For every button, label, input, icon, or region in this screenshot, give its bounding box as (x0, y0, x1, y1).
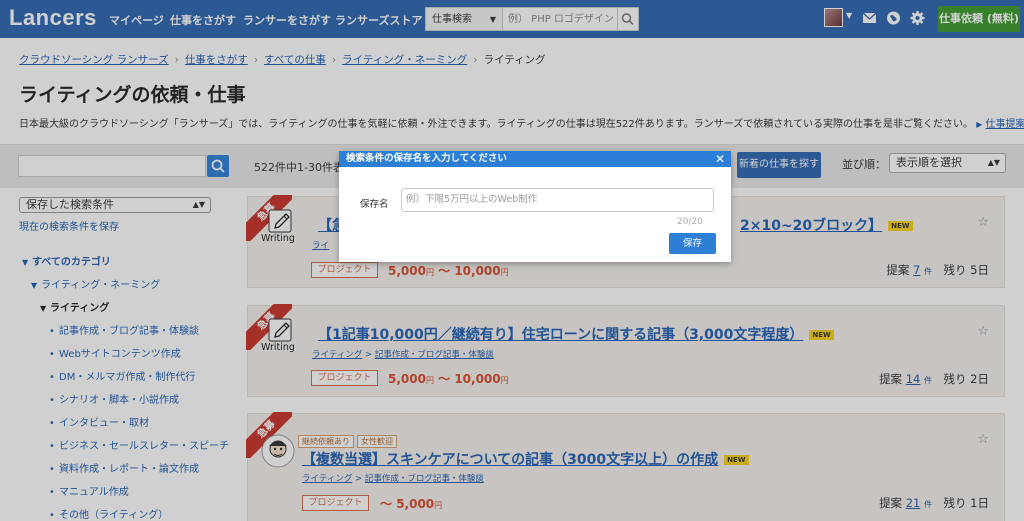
save-name-input[interactable]: 例）下限5万円以上のWeb制作 (401, 188, 714, 212)
close-icon[interactable]: ✕ (715, 151, 725, 167)
char-counter: 20/20 (677, 217, 703, 227)
modal-title: 検索条件の保存名を入力してください (346, 153, 507, 164)
save-name-label: 保存名 (360, 199, 389, 210)
save-button[interactable]: 保存 (669, 233, 716, 254)
save-search-modal: 検索条件の保存名を入力してください ✕ 保存名 例）下限5万円以上のWeb制作 … (339, 151, 731, 262)
modal-header: 検索条件の保存名を入力してください ✕ (339, 151, 731, 167)
